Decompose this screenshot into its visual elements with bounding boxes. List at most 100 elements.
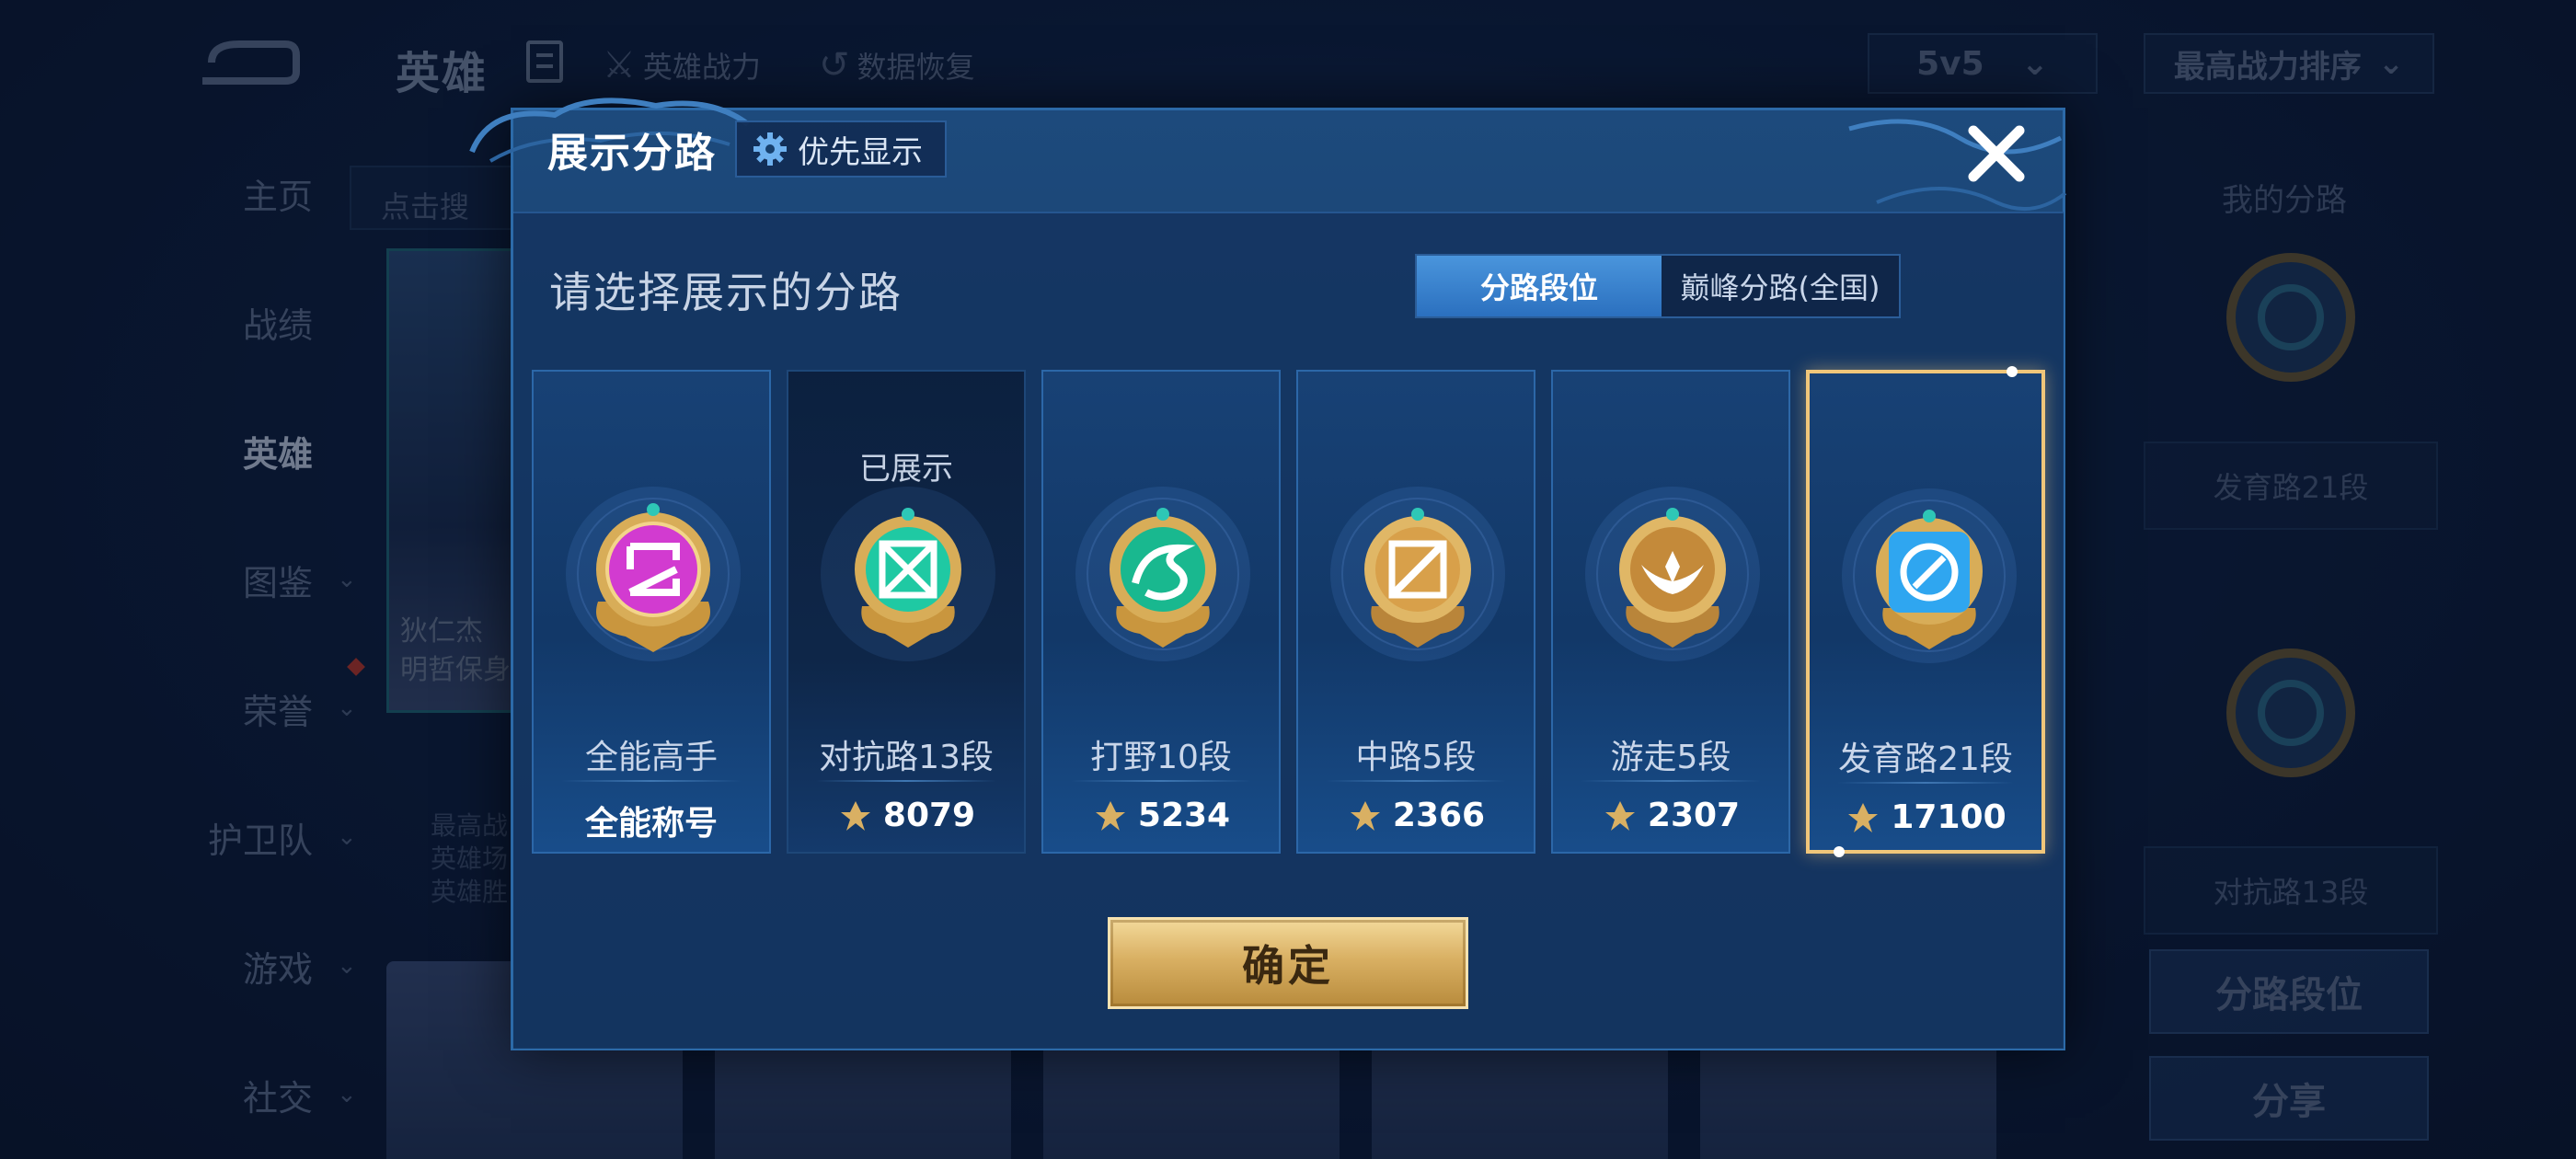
divider (1326, 780, 1506, 782)
hero-title-line: 明哲保身 (400, 654, 511, 686)
mode-select[interactable]: 5v5 ⌄ (1868, 33, 2098, 94)
sidebar-item-games[interactable]: 游戏 ⌄ (175, 929, 377, 1003)
lane-name: 全能高手 (584, 739, 718, 776)
sidebar-item-label: 战绩 (242, 304, 313, 346)
sort-select-value: 最高战力排序 (2173, 48, 2362, 86)
back-arrow-icon (202, 40, 300, 85)
chevron-down-icon: ⌄ (337, 694, 357, 722)
lane-badge-icon (2226, 253, 2355, 382)
chevron-down-icon: ⌄ (2377, 45, 2405, 82)
lane-card-farm[interactable]: 发育路21段 17100 (1806, 366, 2045, 857)
lane-card-jungle[interactable]: 打野10段 5234 (1041, 370, 1281, 854)
sidebar-item-label: 英雄 (242, 433, 313, 475)
priority-display-label: 优先显示 (798, 133, 923, 171)
power-icon (1350, 800, 1380, 831)
hero-name-line: 狄仁杰 (400, 615, 483, 648)
lane-name: 打野10段 (1090, 739, 1232, 776)
chevron-down-icon: ⌄ (337, 1081, 357, 1108)
chevron-down-icon: ⌄ (2020, 44, 2049, 83)
lane-score-value: 8079 (882, 797, 976, 834)
search-input[interactable]: 点击搜 (350, 166, 524, 230)
mid-lane-emblem-icon (1326, 482, 1510, 666)
chevron-down-icon: ⌄ (337, 566, 357, 593)
priority-display-button[interactable]: 优先显示 (735, 120, 947, 178)
lane-card-roam[interactable]: 游走5段 2307 (1551, 370, 1790, 854)
chevron-down-icon: ⌄ (337, 952, 357, 980)
modal-title: 展示分路 (547, 130, 717, 177)
lane-name: 游走5段 (1610, 739, 1731, 776)
lane-name: 发育路21段 (1838, 740, 2013, 778)
sidebar-item-label: 图鉴 (242, 562, 313, 603)
lane-score-value: 17100 (1891, 798, 2007, 836)
cloud-decoration-icon (1848, 119, 2067, 212)
select-lane-prompt: 请选择展示的分路 (549, 268, 903, 317)
sort-select[interactable]: 最高战力排序 ⌄ (2144, 33, 2434, 94)
lane-card-mid[interactable]: 中路5段 2366 (1296, 370, 1535, 854)
lane-name: 中路5段 (1355, 739, 1477, 776)
divider (1071, 780, 1251, 782)
divider (1581, 780, 1761, 782)
all-round-emblem-icon (561, 482, 745, 666)
chevron-down-icon: ⌄ (337, 823, 357, 851)
lane-score-value: 2366 (1392, 797, 1486, 834)
sidebar-item-label: 护卫队 (207, 820, 313, 861)
close-button[interactable] (1964, 121, 2029, 186)
roam-emblem-icon (1581, 482, 1765, 666)
tab-peak-lane[interactable]: 巅峰分路(全国) (1662, 256, 1899, 316)
my-lane-card: 对抗路13段 (2144, 846, 2438, 935)
power-icon (1095, 800, 1125, 831)
selection-corner-dot (1834, 846, 1845, 857)
lane-rank-button[interactable]: 分路段位 (2149, 949, 2429, 1034)
back-button[interactable] (193, 35, 304, 90)
divider (561, 780, 742, 782)
lane-score: 5234 (1043, 797, 1279, 834)
sidebar-item-codex[interactable]: 图鉴 ⌄ (175, 543, 377, 616)
power-icon (1604, 800, 1635, 831)
divider (816, 780, 996, 782)
lane-card-clash-lane[interactable]: 已展示 对抗路13段 8079 (787, 370, 1026, 854)
tab-lane-rank[interactable]: 分路段位 (1417, 256, 1662, 316)
farm-lane-emblem-icon (1837, 484, 2021, 668)
lane-score-value: 2307 (1647, 797, 1741, 834)
sidebar-item-label: 社交 (242, 1077, 313, 1119)
data-restore-link[interactable]: ↺ 数据恢复 (819, 44, 975, 86)
sidebar-item-home[interactable]: 主页 (175, 156, 377, 230)
sidebar-item-label: 主页 (242, 176, 313, 217)
hero-power-link[interactable]: ⚔ 英雄战力 (603, 44, 761, 86)
divider (1837, 782, 2014, 784)
sidebar-item-guard[interactable]: 护卫队 ⌄ (175, 800, 377, 874)
lane-card-all-round[interactable]: 全能高手 全能称号 (532, 370, 771, 854)
hero-power-label: 英雄战力 (642, 50, 761, 85)
list-icon[interactable] (526, 40, 563, 83)
lane-score: 8079 (788, 797, 1024, 834)
sidebar-item-social[interactable]: 社交 ⌄ (175, 1058, 377, 1131)
hero-stats: 最高战 英雄场 英雄胜 (431, 809, 508, 909)
sidebar-item-honor[interactable]: 荣誉 ⌄ (175, 671, 377, 745)
data-restore-icon: ↺ (819, 44, 850, 86)
gear-icon (753, 132, 787, 166)
sidebar-item-records[interactable]: 战绩 (175, 285, 377, 359)
confirm-button[interactable]: 确定 (1108, 917, 1468, 1009)
power-icon (1848, 802, 1879, 832)
my-lane-title: 我的分路 (2222, 182, 2347, 219)
hero-power-icon: ⚔ (603, 44, 636, 86)
close-icon (1968, 125, 2025, 182)
lane-name: 对抗路13段 (819, 739, 994, 776)
hero-stat-line: 英雄胜 (431, 877, 509, 907)
power-icon (840, 800, 870, 831)
sidebar-item-heroes[interactable]: 英雄 (175, 414, 377, 488)
sidebar-item-label: 荣誉 (242, 691, 313, 732)
my-lane-card: 发育路21段 (2144, 442, 2438, 530)
lane-score: 17100 (1810, 798, 2041, 836)
jungle-emblem-icon (1071, 482, 1255, 666)
lane-score: 2307 (1553, 797, 1788, 834)
share-button[interactable]: 分享 (2149, 1056, 2429, 1141)
lane-mode-toggle: 分路段位 巅峰分路(全国) (1415, 254, 1901, 318)
hero-name: 狄仁杰 明哲保身 (400, 613, 511, 690)
lane-subtitle: 全能称号 (584, 805, 718, 843)
sidebar-item-label: 游戏 (242, 948, 313, 990)
lane-score-value: 5234 (1137, 797, 1231, 834)
selection-corner-dot (2007, 366, 2018, 377)
hero-stat-line: 最高战 (431, 810, 509, 841)
clash-lane-emblem-icon (816, 482, 1000, 666)
